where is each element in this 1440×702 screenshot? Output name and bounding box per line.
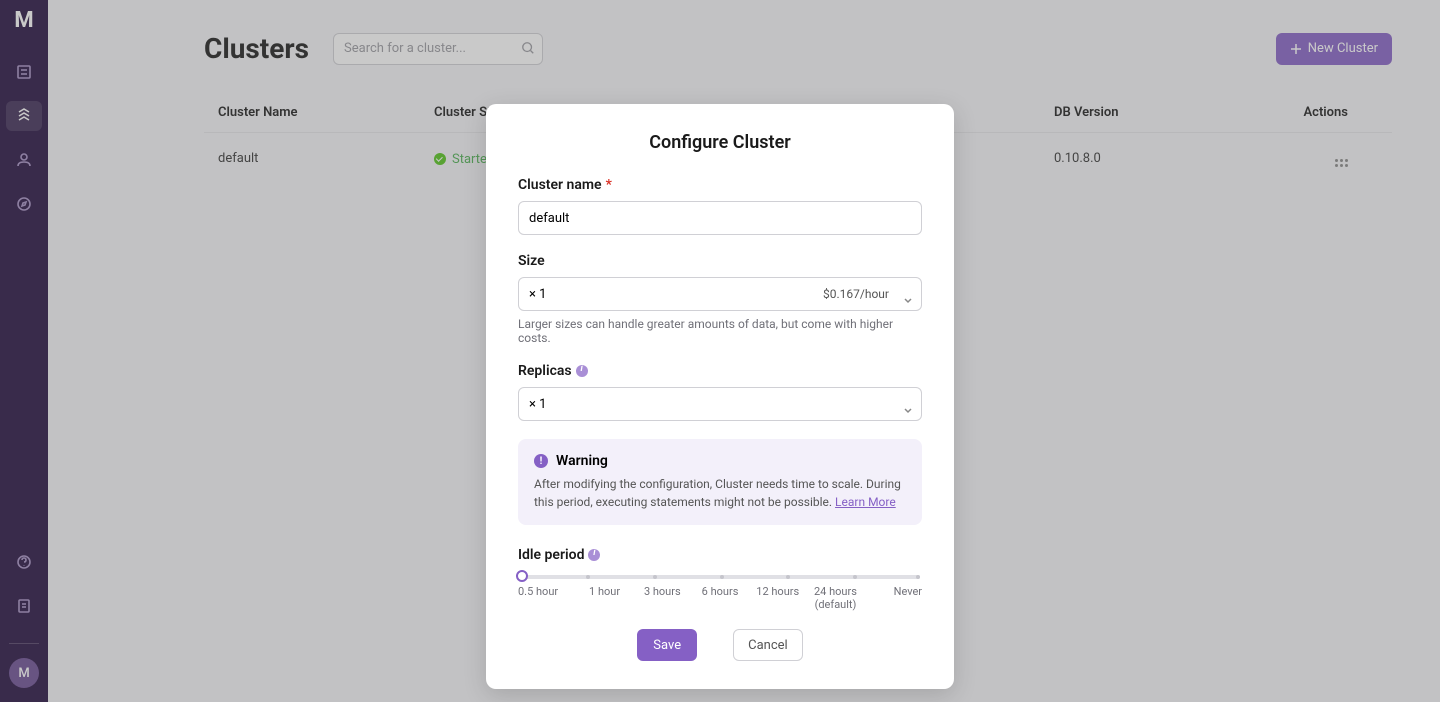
chevron-down-icon [904,400,912,408]
cancel-button[interactable]: Cancel [733,629,803,661]
size-price: $0.167/hour [823,287,889,301]
configure-cluster-modal: Configure Cluster Cluster name* Size × 1… [486,104,954,689]
size-label: Size [518,253,922,269]
info-icon[interactable] [588,549,600,561]
size-help-text: Larger sizes can handle greater amounts … [518,317,922,345]
replicas-value: × 1 [529,397,546,412]
size-value: × 1 [529,287,546,302]
idle-opt-4: 12 hours [749,585,807,611]
warning-title: Warning [556,453,608,469]
idle-period-label: Idle period [518,547,922,563]
cluster-name-label: Cluster name* [518,177,922,193]
idle-opt-1: 1 hour [576,585,634,611]
idle-opt-3: 6 hours [691,585,749,611]
chevron-down-icon [904,290,912,298]
save-button[interactable]: Save [637,629,697,661]
size-select[interactable]: × 1 $0.167/hour [518,277,922,311]
cluster-name-input[interactable] [518,201,922,235]
modal-overlay: Configure Cluster Cluster name* Size × 1… [0,0,1440,702]
modal-title: Configure Cluster [518,132,922,153]
idle-period-slider[interactable] [520,575,920,579]
idle-opt-0: 0.5 hour [518,585,576,611]
slider-labels: 0.5 hour 1 hour 3 hours 6 hours 12 hours… [518,585,922,611]
info-icon[interactable] [576,365,588,377]
replicas-select[interactable]: × 1 [518,387,922,421]
replicas-label: Replicas [518,363,922,379]
slider-handle[interactable] [516,570,528,582]
idle-opt-5: 24 hours(default) [807,585,865,611]
warning-box: ! Warning After modifying the configurat… [518,439,922,525]
idle-opt-2: 3 hours [633,585,691,611]
learn-more-link[interactable]: Learn More [835,495,896,509]
warning-icon: ! [534,454,548,468]
idle-opt-6: Never [864,585,922,611]
